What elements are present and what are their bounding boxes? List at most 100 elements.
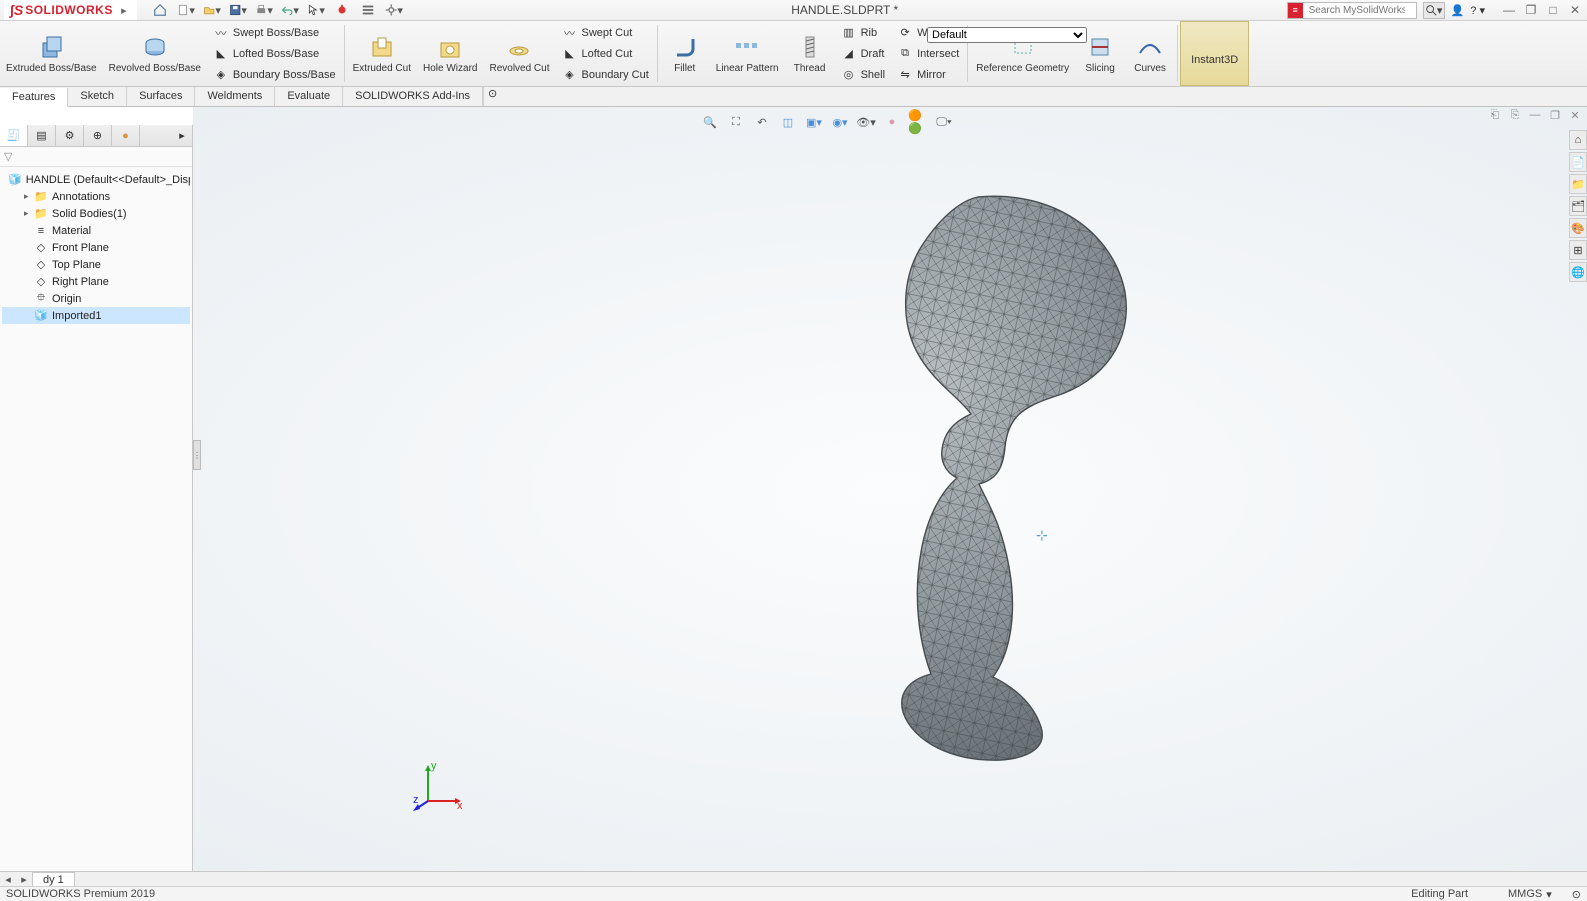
boundary-boss-button[interactable]: ◈Boundary Boss/Base [209, 64, 340, 85]
view-settings-icon[interactable]: 🖵▾ [934, 112, 954, 132]
zoom-fit-icon[interactable]: 🔍 [700, 112, 720, 132]
revolved-boss-button[interactable]: Revolved Boss/Base [103, 21, 207, 85]
fm-tab-dim-icon[interactable]: ⊕ [84, 125, 112, 146]
tree-item[interactable]: ◇ Top Plane [2, 256, 190, 273]
task-home-icon[interactable]: ⌂ [1569, 130, 1587, 150]
tree-root[interactable]: 🧊 HANDLE (Default<<Default>_Display Stat… [2, 171, 190, 188]
extruded-cut-button[interactable]: Extruded Cut [347, 21, 417, 85]
options-list-icon[interactable] [359, 1, 377, 19]
rib-button[interactable]: ▥Rib [837, 22, 889, 43]
tree-item[interactable]: 🧊 Imported1 [2, 307, 190, 324]
curves-button[interactable]: Curves [1125, 21, 1175, 85]
lofted-cut-button[interactable]: ◣Lofted Cut [558, 43, 653, 64]
status-units[interactable]: MMGS [1508, 888, 1542, 900]
section-view-icon[interactable]: ◫ [778, 112, 798, 132]
doc-close-button[interactable]: ✕ [1567, 108, 1583, 122]
hole-wizard-button[interactable]: Hole Wizard [417, 21, 483, 85]
fm-filter-bar[interactable]: ▽ [0, 147, 192, 167]
settings-gear-icon[interactable]: ▾ [385, 1, 403, 19]
thread-button[interactable]: Thread [785, 21, 835, 85]
home-icon[interactable] [151, 1, 169, 19]
tab-features[interactable]: Features [0, 88, 68, 107]
save-icon[interactable]: ▾ [229, 1, 247, 19]
display-style-icon[interactable]: ▣▾ [804, 112, 824, 132]
minimize-button[interactable]: — [1501, 3, 1517, 17]
render-icon[interactable]: 🟠🟢 [908, 112, 928, 132]
sheet-scroll-right[interactable]: ▸ [16, 873, 32, 886]
app-logo[interactable]: ∫S SOLIDWORKS ▸ [4, 0, 137, 20]
search-box[interactable]: ≡ [1287, 2, 1417, 19]
tree-item[interactable]: ⯐ Origin [2, 290, 190, 307]
configuration-select[interactable]: Default [927, 27, 1087, 43]
tree-item[interactable]: ≡ Material [2, 222, 190, 239]
lofted-icon: ◣ [213, 46, 229, 62]
search-button[interactable]: ▾ [1423, 2, 1445, 19]
hide-show-icon[interactable]: ◉▾ [830, 112, 850, 132]
zoom-area-icon[interactable]: ⛶ [726, 112, 746, 132]
fm-tab-tree-icon[interactable]: 🧾 [0, 125, 28, 146]
logo-dropdown-icon[interactable]: ▸ [117, 3, 131, 17]
tab-weldments[interactable]: Weldments [195, 87, 275, 106]
doc-restore-button[interactable]: ❐ [1547, 108, 1563, 122]
tab-addins[interactable]: SOLIDWORKS Add-Ins [343, 87, 483, 106]
doc-minimize-button[interactable]: — [1527, 108, 1543, 122]
tab-surfaces[interactable]: Surfaces [127, 87, 195, 106]
swept-cut-button[interactable]: 〰Swept Cut [558, 22, 653, 43]
panel-splitter[interactable]: ⋮ [193, 440, 201, 470]
doc-prev-icon[interactable]: ⎗ [1487, 108, 1503, 122]
tree-item[interactable]: ▸ 📁 Solid Bodies(1) [2, 205, 190, 222]
linear-pattern-button[interactable]: Linear Pattern [710, 21, 785, 85]
shell-button[interactable]: ◎Shell [837, 64, 889, 85]
rebuild-icon[interactable] [333, 1, 351, 19]
previous-view-icon[interactable]: ↶ [752, 112, 772, 132]
view-triad[interactable]: y x z [413, 761, 463, 811]
undo-icon[interactable]: ▾ [281, 1, 299, 19]
select-icon[interactable]: ▾ [307, 1, 325, 19]
restore-button[interactable]: ❐ [1523, 3, 1539, 17]
instant3d-button[interactable]: Instant3D [1180, 21, 1249, 86]
task-forum-icon[interactable]: 🌐 [1569, 262, 1587, 282]
tab-overflow-icon[interactable]: ⊙ [483, 87, 501, 106]
tree-item[interactable]: ◇ Right Plane [2, 273, 190, 290]
revolved-cut-button[interactable]: Revolved Cut [483, 21, 555, 85]
expand-icon[interactable]: ▸ [24, 208, 34, 219]
fm-tab-expand-icon[interactable]: ▸ [172, 125, 192, 146]
new-icon[interactable]: ▾ [177, 1, 195, 19]
expand-icon[interactable]: ▸ [24, 191, 34, 202]
sheet-tab[interactable]: dy 1 [32, 872, 75, 886]
fm-tab-display-icon[interactable]: ● [112, 125, 140, 146]
print-icon[interactable]: ▾ [255, 1, 273, 19]
status-custom-icon[interactable]: ⊙ [1572, 888, 1581, 901]
fm-tab-config-icon[interactable]: ⚙ [56, 125, 84, 146]
lofted-boss-button[interactable]: ◣Lofted Boss/Base [209, 43, 340, 64]
fillet-button[interactable]: Fillet [660, 21, 710, 85]
fm-tab-property-icon[interactable]: ▤ [28, 125, 56, 146]
task-custom-icon[interactable]: ⊞ [1569, 240, 1587, 260]
graphics-area[interactable]: ⊹ y x z [193, 107, 1587, 871]
draft-button[interactable]: ◢Draft [837, 43, 889, 64]
status-units-dropdown-icon[interactable]: ▾ [1546, 888, 1552, 901]
close-button[interactable]: ✕ [1567, 3, 1583, 17]
open-icon[interactable]: ▾ [203, 1, 221, 19]
intersect-button[interactable]: ⧉Intersect [893, 43, 963, 64]
tab-sketch[interactable]: Sketch [68, 87, 127, 106]
edit-appearance-icon[interactable]: 👁▾ [856, 112, 876, 132]
maximize-button[interactable]: □ [1545, 3, 1561, 17]
user-icon[interactable]: 👤 [1451, 4, 1465, 17]
boundary-cut-button[interactable]: ◈Boundary Cut [558, 64, 653, 85]
task-library-icon[interactable]: 📁 [1569, 174, 1587, 194]
task-appearance-icon[interactable]: 🎨 [1569, 218, 1587, 238]
sheet-scroll-left[interactable]: ◂ [0, 873, 16, 886]
task-view-icon[interactable]: 🗂 [1569, 196, 1587, 216]
swept-boss-button[interactable]: 〰Swept Boss/Base [209, 22, 340, 43]
tree-item[interactable]: ▸ 📁 Annotations [2, 188, 190, 205]
task-resources-icon[interactable]: 📄 [1569, 152, 1587, 172]
extruded-boss-button[interactable]: Extruded Boss/Base [0, 21, 103, 85]
tab-evaluate[interactable]: Evaluate [275, 87, 343, 106]
doc-next-icon[interactable]: ⎘ [1507, 108, 1523, 122]
search-input[interactable] [1307, 4, 1407, 17]
tree-item[interactable]: ◇ Front Plane [2, 239, 190, 256]
apply-scene-icon[interactable]: ● [882, 112, 902, 132]
help-icon[interactable]: ? ▾ [1470, 4, 1485, 17]
mirror-button[interactable]: ⇋Mirror [893, 64, 963, 85]
